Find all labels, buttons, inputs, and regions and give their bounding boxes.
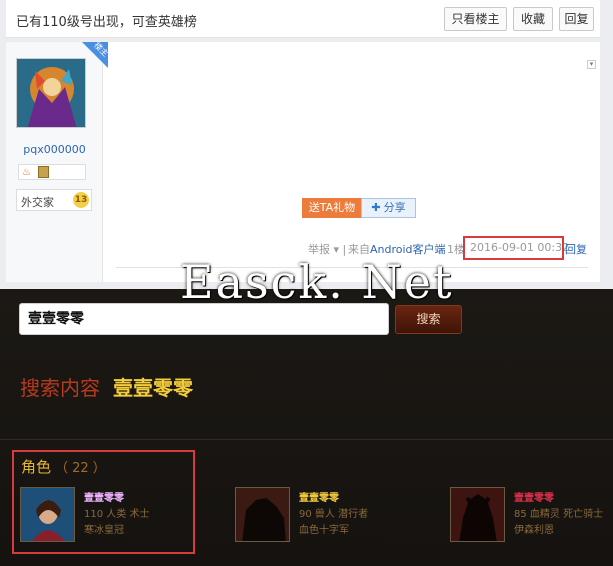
character-name[interactable]: 壹壹零零 bbox=[514, 489, 554, 504]
level-badge-icon: 13 bbox=[73, 192, 89, 208]
results-term: 壹壹零零 bbox=[113, 376, 193, 400]
character-portrait[interactable] bbox=[450, 487, 505, 542]
reply-button[interactable]: 回复 bbox=[559, 7, 594, 31]
character-realm: 伊森利恩 bbox=[514, 525, 554, 536]
group-label: 外交家 bbox=[21, 196, 54, 209]
avatar[interactable] bbox=[16, 58, 86, 128]
character-info: 90 兽人 潜行者 bbox=[299, 509, 369, 520]
character-info: 110 人类 术士 bbox=[84, 509, 150, 520]
username[interactable]: pqx000000 bbox=[6, 143, 103, 156]
highlight-box-date bbox=[463, 236, 564, 260]
character-realm: 寒冰皇冠 bbox=[84, 525, 124, 536]
character-info: 85 血精灵 死亡骑士 bbox=[514, 509, 604, 520]
character-portrait[interactable] bbox=[20, 487, 75, 542]
user-badges: ♨ bbox=[18, 164, 86, 180]
results-label: 搜索内容 bbox=[20, 376, 100, 400]
author-info: pqx000000 ♨ 外交家 13 bbox=[6, 42, 103, 282]
plus-icon: ✚ bbox=[371, 201, 381, 214]
only-op-button[interactable]: 只看楼主 bbox=[444, 7, 507, 31]
member-badge-icon bbox=[38, 166, 49, 178]
character-name[interactable]: 壹壹零零 bbox=[299, 489, 339, 504]
character-portrait[interactable] bbox=[235, 487, 290, 542]
first-post: pqx000000 ♨ 外交家 13 楼主 ▾ 送TA礼物 ✚ 分享 举报 ▾ |… bbox=[6, 41, 600, 282]
armory-panel: 壹壹零零 搜索 搜索内容 壹壹零零 角色 （ 22 ） 壹壹零零 110 人类 … bbox=[0, 289, 613, 566]
search-button[interactable]: 搜索 bbox=[395, 305, 462, 334]
thread-header: 已有110级号出现，可查英雄榜 只看楼主 收藏 回复 bbox=[6, 0, 600, 38]
share-label: 分享 bbox=[383, 201, 406, 214]
fire-badge-icon: ♨ bbox=[22, 167, 31, 178]
post-reply-link[interactable]: 回复 bbox=[565, 241, 587, 257]
character-name[interactable]: 壹壹零零 bbox=[84, 489, 124, 504]
forum-panel: 已有110级号出现，可查英雄榜 只看楼主 收藏 回复 pqx000000 ♨ 外… bbox=[0, 0, 613, 289]
share-button[interactable]: ✚ 分享 bbox=[361, 198, 416, 218]
thread-title: 已有110级号出现，可查英雄榜 bbox=[16, 15, 197, 30]
watermark: Easck. Net bbox=[180, 255, 454, 309]
favorite-button[interactable]: 收藏 bbox=[513, 7, 553, 31]
divider bbox=[0, 439, 613, 440]
gift-button[interactable]: 送TA礼物 bbox=[302, 198, 362, 218]
character-realm: 血色十字军 bbox=[299, 525, 349, 536]
user-group: 外交家 13 bbox=[16, 189, 92, 211]
collapse-icon[interactable]: ▾ bbox=[587, 60, 596, 69]
